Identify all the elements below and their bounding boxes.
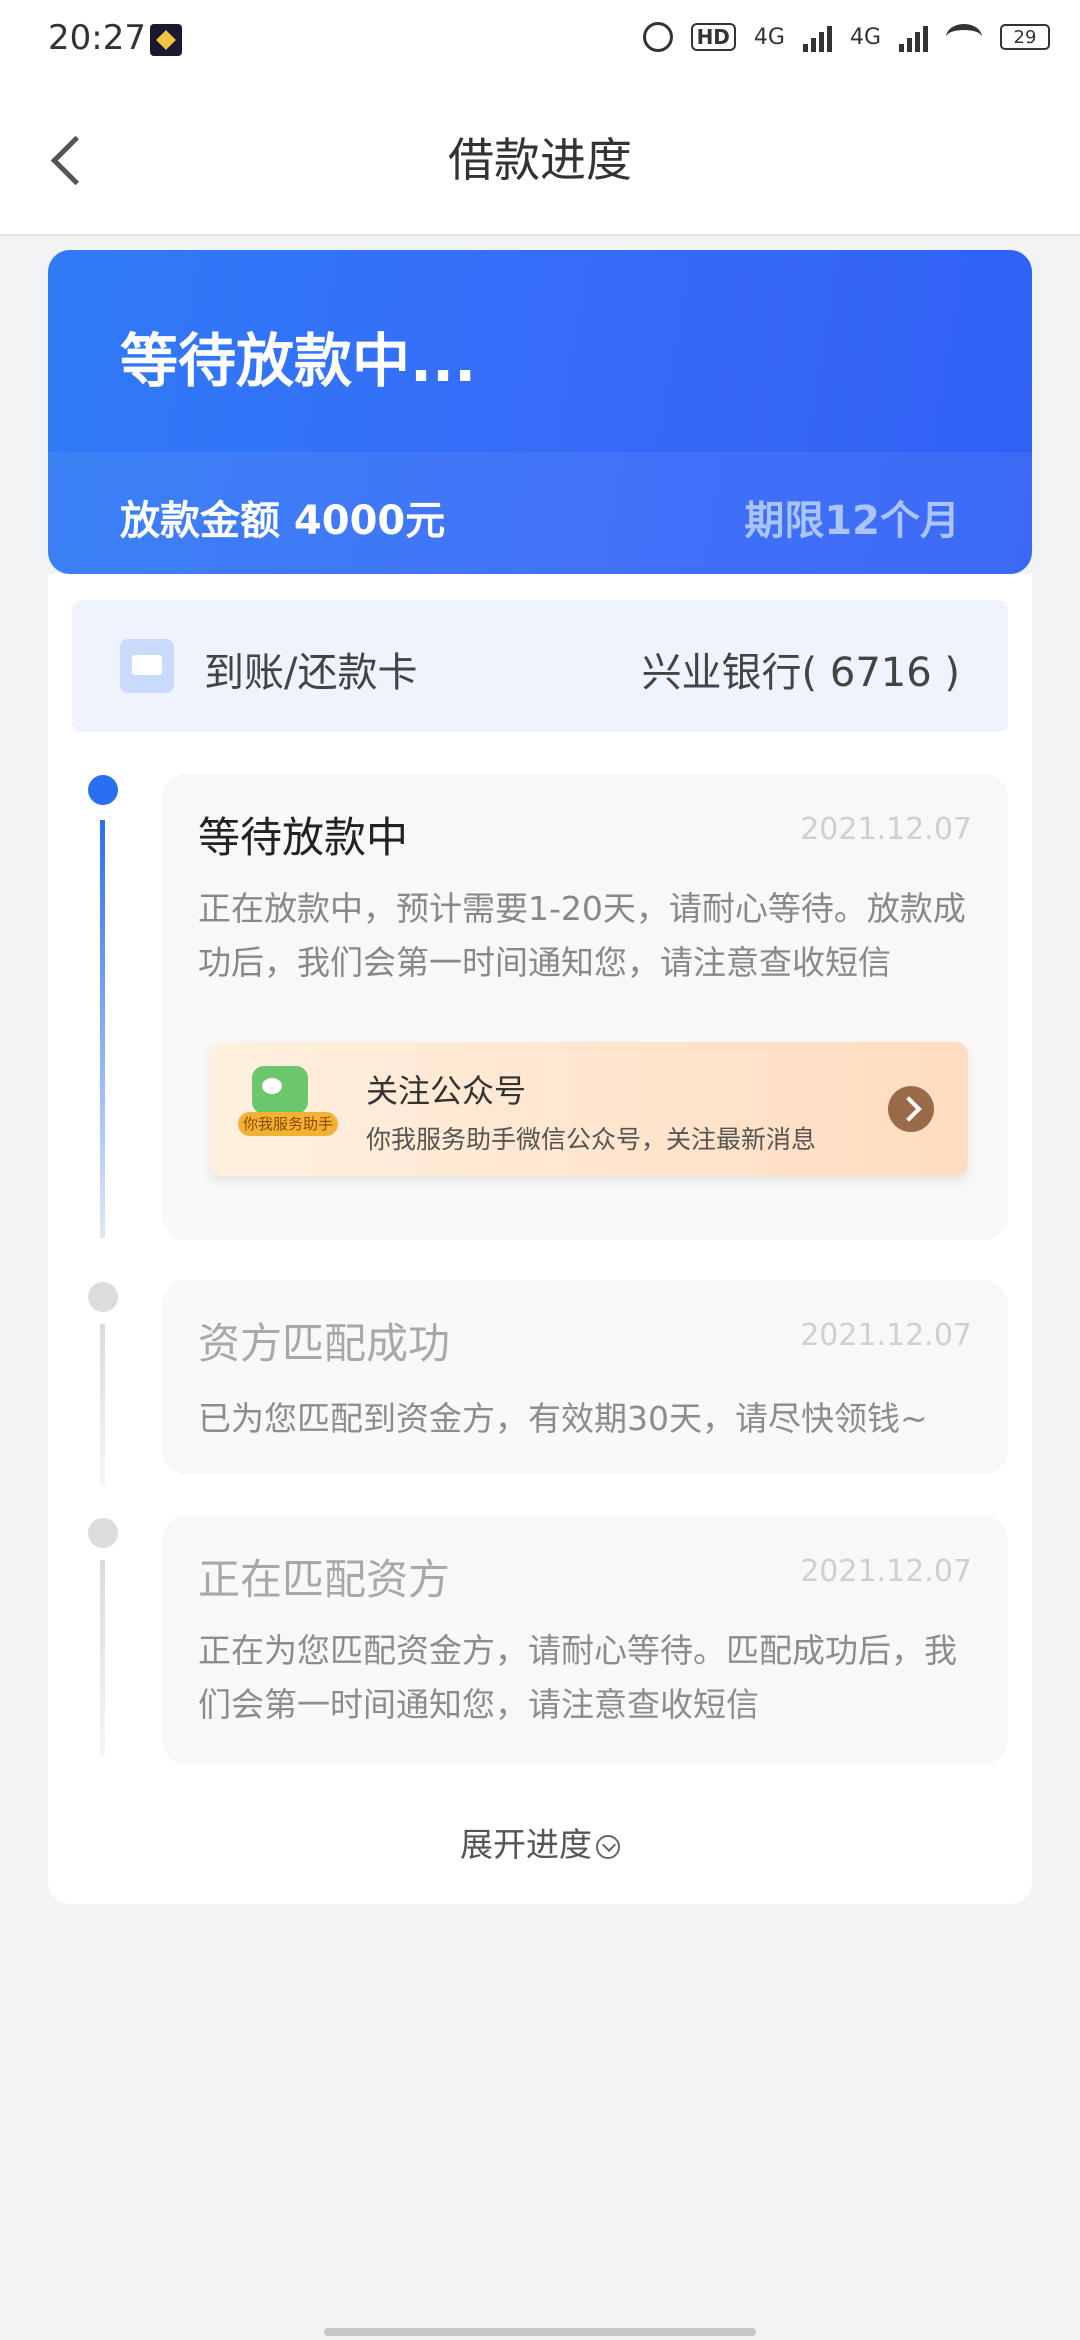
chevron-down-circle-icon [596,1834,620,1859]
step-date: 2021.12.07 [800,1318,972,1353]
app-notification-icon [150,24,182,56]
timeline-step-waiting: 等待放款中 2021.12.07 正在放款中，预计需要1-20天，请耐心等待。放… [162,774,1008,1240]
expand-label: 展开进度 [460,1825,592,1864]
loan-term: 期限12个月 [744,498,960,544]
nav-header: 借款进度 [0,84,1080,236]
step-date: 2021.12.07 [800,812,972,847]
progress-card: 到账/还款卡 兴业银行( 6716 ) 等待放款中 2021.12.07 正在放… [48,574,1032,1904]
battery-level: 29 [1013,26,1037,48]
promo-badge: 你我服务助手 [238,1112,338,1136]
network-label-1: 4G [753,24,785,50]
bank-card-value: 兴业银行( 6716 ) [641,650,960,696]
step-title: 资方匹配成功 [198,1319,451,1368]
step-description: 正在放款中，预计需要1-20天，请耐心等待。放款成功后，我们会第一时间通知您，请… [198,889,966,982]
timeline-step-matching: 正在匹配资方 2021.12.07 正在为您匹配资金方，请耐心等待。匹配成功后，… [162,1516,1008,1764]
step-title: 等待放款中 [198,813,409,862]
loan-amount: 放款金额 4000元 [120,498,446,544]
signal-icon-2 [899,22,928,52]
step-date: 2021.12.07 [800,1554,972,1589]
bank-card-label: 到账/还款卡 [204,650,418,696]
wechat-icon: 你我服务助手 [238,1066,338,1136]
timeline-dot-active [88,775,118,805]
wifi-icon [946,24,982,50]
timeline-line-active [100,820,105,1238]
timeline-line [100,1560,105,1756]
signal-icon [802,22,832,52]
loan-status-text: 等待放款中... [120,327,477,395]
page-title: 借款进度 [448,133,632,187]
follow-official-account-banner[interactable]: 你我服务助手 关注公众号 你我服务助手微信公众号，关注最新消息 [210,1042,968,1176]
step-description: 正在为您匹配资金方，请耐心等待。匹配成功后，我们会第一时间通知您，请注意查收短信 [198,1631,957,1724]
timeline-step-matched: 资方匹配成功 2021.12.07 已为您匹配到资金方，有效期30天，请尽快领钱… [162,1280,1008,1474]
loan-status-banner: 等待放款中... 放款金额 4000元 期限12个月 [48,250,1032,574]
battery-icon: 29 [1000,24,1050,50]
alarm-icon [642,22,673,52]
wechat-bubble [252,1066,308,1114]
status-time: 20:27 [48,18,146,58]
step-description: 已为您匹配到资金方，有效期30天，请尽快领钱~ [198,1399,928,1438]
home-indicator[interactable] [324,2328,756,2336]
network-label-2: 4G [849,24,881,50]
timeline-line [100,1324,105,1486]
chevron-right-icon[interactable] [888,1086,934,1132]
bank-card-icon [120,639,174,693]
status-bar: 20:27 HD 4G 4G 29 [0,0,1080,84]
step-title: 正在匹配资方 [198,1555,451,1604]
hd-icon: HD [690,23,736,51]
promo-subtitle: 你我服务助手微信公众号，关注最新消息 [366,1125,817,1154]
status-icons: HD 4G 4G 29 [642,22,1050,52]
timeline-dot [88,1282,118,1312]
repayment-card-row: 到账/还款卡 兴业银行( 6716 ) [72,600,1008,732]
timeline-dot [88,1518,118,1548]
expand-progress-button[interactable]: 展开进度 [48,1818,1032,1866]
promo-title: 关注公众号 [366,1072,527,1110]
